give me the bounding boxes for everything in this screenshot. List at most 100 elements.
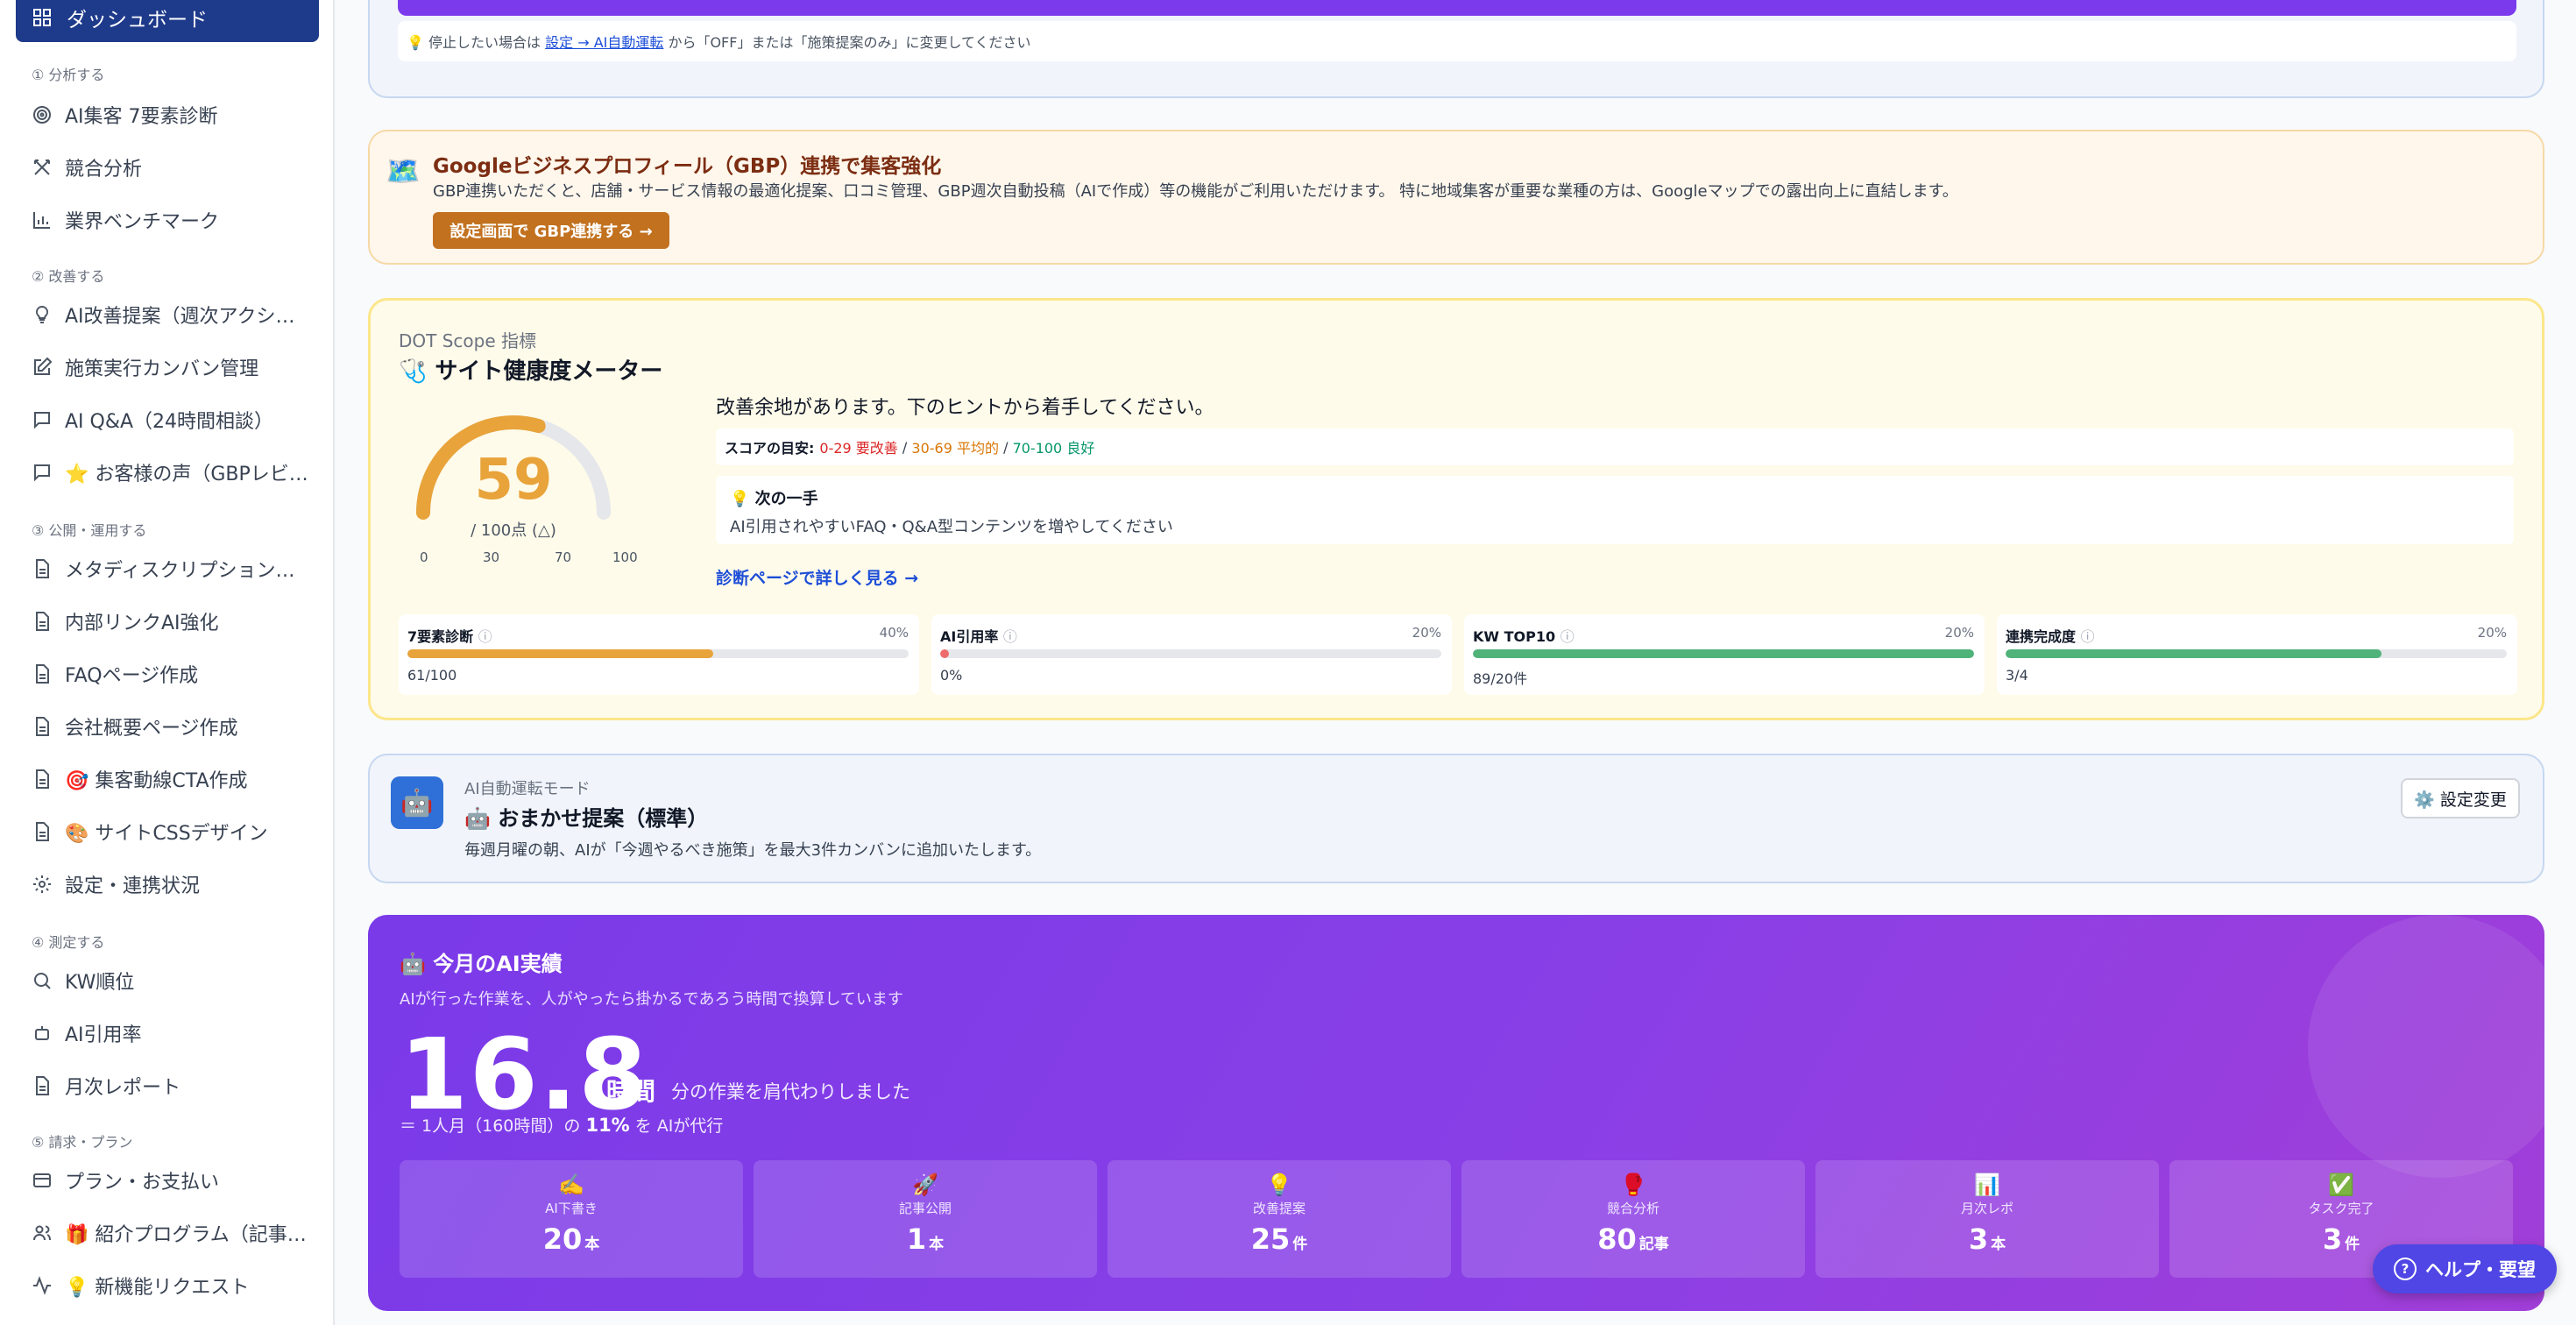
chart-icon: 📊 xyxy=(1974,1173,2000,1197)
gbp-connect-button[interactable]: 設定画面で GBP連携する → xyxy=(433,212,669,249)
autopilot-action-button[interactable] xyxy=(398,0,2516,16)
sidebar-item-label: ダッシュボード xyxy=(67,9,208,32)
sidebar-item-seven-element-diagnosis[interactable]: AI集客 7要素診断 xyxy=(32,95,312,135)
results-title: 🤖 今月のAI実績 xyxy=(400,952,563,976)
info-icon[interactable]: ⓘ xyxy=(1560,628,1575,645)
main-content: 💡 停止したい場合は 設定 → AI自動運転 から「OFF」または「施策提案のみ… xyxy=(336,0,2576,1325)
sidebar-item-feature-request[interactable]: 💡 新機能リクエスト xyxy=(32,1265,312,1306)
autopilot-settings-link[interactable]: 設定 → AI自動運転 xyxy=(545,31,663,52)
metric-progress-bar xyxy=(1473,649,1974,658)
stat-tile-monthly-report: 📊 月次レポ 3本 xyxy=(1815,1160,2159,1278)
metric-integration: 連携完成度 ⓘ 20% 3/4 xyxy=(1997,614,2517,695)
bar-chart-icon xyxy=(32,209,53,230)
health-brand-label: DOT Scope 指標 xyxy=(399,330,537,351)
metric-kw-top10: KW TOP10 ⓘ 20% 89/20件 xyxy=(1464,614,1985,695)
sidebar-section-improve: ② 改善する xyxy=(32,268,105,285)
decorative-circle xyxy=(2308,915,2544,1178)
results-subtitle: AIが行った作業を、人がやったら掛かるであろう時間で換算しています xyxy=(400,990,903,1009)
gbp-description: GBP連携いただくと、店舗・サービス情報の最適化提案、口コミ管理、GBP週次自動… xyxy=(433,182,1958,201)
sidebar-item-cta[interactable]: 🎯 集客動線CTA作成 xyxy=(32,759,312,799)
gauge-tick: 100 xyxy=(612,549,638,565)
sidebar-item-ai-qa[interactable]: AI Q&A（24時間相談） xyxy=(32,400,312,440)
search-icon xyxy=(32,970,53,991)
sidebar-item-dashboard[interactable]: ダッシュボード xyxy=(16,0,319,42)
gear-icon xyxy=(32,874,53,895)
health-score: 59 xyxy=(474,448,553,513)
swords-icon xyxy=(32,157,53,178)
metric-progress-bar xyxy=(407,649,909,658)
diagnosis-detail-link[interactable]: 診断ページで詳しく見る → xyxy=(716,565,918,589)
ai-autopilot-banner: 💡 停止したい場合は 設定 → AI自動運転 から「OFF」または「施策提案のみ… xyxy=(368,0,2544,98)
health-message: 改善余地があります。下のヒントから着手してください。 xyxy=(716,397,1214,419)
stat-tile-improvements: 💡 改善提案 25 件 xyxy=(1108,1160,1451,1278)
ai-mode-title: 🤖 おまかせ提案（標準） xyxy=(464,806,709,831)
stat-tile-ai-drafts: ✍️ AI下書き 20 本 xyxy=(400,1160,743,1278)
next-action-title: 💡 次の一手 xyxy=(730,490,818,508)
robot-icon: 🤖 xyxy=(391,776,443,829)
target-icon xyxy=(32,104,53,125)
info-icon[interactable]: ⓘ xyxy=(478,628,492,645)
sidebar-item-kanban[interactable]: 施策実行カンバン管理 xyxy=(32,347,312,387)
lightbulb-icon xyxy=(32,304,53,325)
rocket-icon: 🚀 xyxy=(912,1173,938,1197)
next-action-box: 💡 次の一手 AI引用されやすいFAQ・Q&A型コンテンツを増やしてください xyxy=(716,476,2514,544)
sidebar-item-referral[interactable]: 🎁 紹介プログラム（記事1本無料） xyxy=(32,1213,312,1253)
lightbulb-icon: 💡 xyxy=(1266,1173,1292,1197)
gauge-tick: 0 xyxy=(420,549,428,565)
robot-icon xyxy=(32,1023,53,1044)
gauge-tick: 70 xyxy=(555,549,572,565)
sidebar-section-analyze: ① 分析する xyxy=(32,67,105,83)
sidebar-item-ai-improvement[interactable]: AI改善提案（週次アクション） xyxy=(32,294,312,335)
sidebar-item-meta-description[interactable]: メタディスクリプション最適化 xyxy=(32,549,312,589)
hours-description: 分の作業を肩代わりしました xyxy=(671,1081,910,1102)
sidebar-item-internal-links[interactable]: 内部リンクAI強化 xyxy=(32,601,312,641)
check-icon: ✅ xyxy=(2328,1173,2354,1197)
chat-icon xyxy=(32,409,53,430)
metric-seven-element: 7要素診断 ⓘ 40% 61/100 xyxy=(399,614,919,695)
question-icon: ? xyxy=(2394,1258,2417,1280)
sidebar-item-faq-page[interactable]: FAQページ作成 xyxy=(32,654,312,694)
health-score-unit: / 100点 (△) xyxy=(471,521,556,540)
next-action-description: AI引用されやすいFAQ・Q&A型コンテンツを増やしてください xyxy=(730,518,1173,536)
gauge-tick: 30 xyxy=(483,549,500,565)
help-request-button[interactable]: ? ヘルプ・要望 xyxy=(2373,1244,2557,1293)
gbp-title: Googleビジネスプロフィール（GBP）連携で集客強化 xyxy=(433,155,942,178)
stat-tile-competitor: 🥊 競合分析 80 記事 xyxy=(1461,1160,1805,1278)
stop-autopilot-note: 💡 停止したい場合は 設定 → AI自動運転 から「OFF」または「施策提案のみ… xyxy=(398,21,2516,61)
document-icon xyxy=(32,611,53,632)
ai-mode-label: AI自動運転モード xyxy=(464,780,591,798)
document-icon xyxy=(32,1075,53,1096)
ai-mode-card: 🤖 AI自動運転モード 🤖 おまかせ提案（標準） 毎週月曜の朝、AIが「今週やる… xyxy=(368,754,2544,883)
man-month-equivalent: ＝ 1人月（160時間）の 11% を AIが代行 xyxy=(400,1115,724,1136)
document-icon xyxy=(32,716,53,737)
sidebar-item-css-design[interactable]: 🎨 サイトCSSデザイン xyxy=(32,811,312,852)
sidebar-item-industry-benchmark[interactable]: 業界ベンチマーク xyxy=(32,200,312,240)
info-icon[interactable]: ⓘ xyxy=(1003,628,1017,645)
metric-progress-bar xyxy=(940,649,1441,658)
sidebar-section-billing: ⑤ 請求・プラン xyxy=(32,1134,133,1151)
sidebar-section-measure: ④ 測定する xyxy=(32,934,105,951)
sidebar-item-plan-billing[interactable]: プラン・お支払い xyxy=(32,1160,312,1201)
edit-icon xyxy=(32,357,53,378)
ai-mode-description: 毎週月曜の朝、AIが「今週やるべき施策」を最大3件カンバンに追加いたします。 xyxy=(464,841,1042,860)
stat-tile-published: 🚀 記事公開 1本 xyxy=(754,1160,1097,1278)
sidebar-item-competitor-analysis[interactable]: 競合分析 xyxy=(32,147,312,188)
sidebar-item-monthly-report[interactable]: 月次レポート xyxy=(32,1066,312,1106)
info-icon[interactable]: ⓘ xyxy=(2081,628,2095,645)
document-icon xyxy=(32,769,53,790)
sidebar-item-customer-reviews[interactable]: ⭐ お客様の声（GBPレビュー） xyxy=(32,452,312,492)
document-icon xyxy=(32,663,53,684)
change-settings-button[interactable]: ⚙️ 設定変更 xyxy=(2401,778,2520,818)
document-icon xyxy=(32,821,53,842)
metric-progress-bar xyxy=(2006,649,2507,658)
chat-icon xyxy=(32,462,53,483)
sidebar-item-settings[interactable]: 設定・連携状況 xyxy=(32,864,312,904)
health-gauge: 59 / 100点 (△) 0 30 70 100 xyxy=(404,399,667,574)
map-icon: 🗺️ xyxy=(386,154,421,188)
hours-unit: 時間 xyxy=(606,1077,656,1106)
gbp-promo-card: 🗺️ Googleビジネスプロフィール（GBP）連携で集客強化 GBP連携いただ… xyxy=(368,130,2544,265)
score-guide: スコアの目安: 0-29 要改善 / 30-69 平均的 / 70-100 良好 xyxy=(716,429,2514,465)
sidebar-item-kw-rank[interactable]: KW順位 xyxy=(32,960,312,1001)
sidebar-item-company-page[interactable]: 会社概要ページ作成 xyxy=(32,706,312,747)
sidebar-item-ai-citation[interactable]: AI引用率 xyxy=(32,1013,312,1053)
